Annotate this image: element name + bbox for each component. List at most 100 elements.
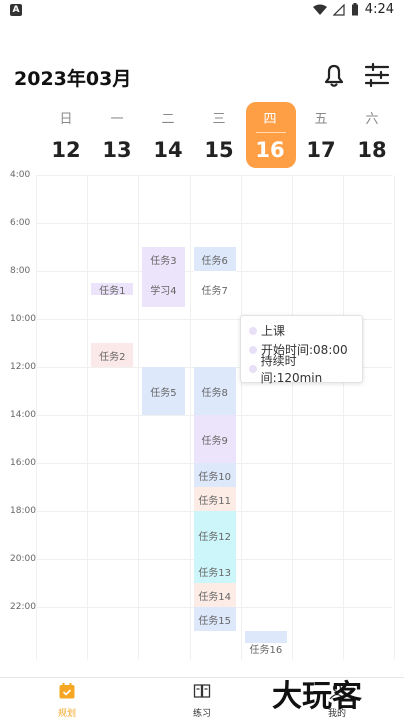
date-number: 18 bbox=[357, 138, 387, 162]
day-17[interactable]: 五 17 bbox=[295, 100, 347, 170]
weekday-label: 四 bbox=[263, 112, 277, 127]
day-18[interactable]: 六 18 bbox=[346, 100, 398, 170]
hour-line bbox=[36, 223, 392, 224]
date-number: 13 bbox=[102, 138, 132, 162]
time-label: 4:00 bbox=[10, 170, 31, 180]
event-label: 任务1 bbox=[99, 285, 126, 297]
signal-icon bbox=[332, 3, 345, 16]
event-label: 任务16 bbox=[249, 644, 283, 656]
schedule-event[interactable]: 任务12 bbox=[193, 511, 236, 559]
date-number: 15 bbox=[204, 138, 234, 162]
time-label: 14:00 bbox=[10, 410, 36, 420]
legend-dot bbox=[249, 345, 257, 354]
schedule-grid: 4:00 6:00 8:00 10:00 12:00 14:00 16:00 18:00 20:… bbox=[0, 170, 404, 660]
nav-plan[interactable]: 规划 bbox=[32, 682, 102, 719]
weekday-label: 五 bbox=[314, 112, 328, 127]
weekday-label: 日 bbox=[59, 112, 73, 127]
time-label: 10:00 bbox=[10, 314, 36, 324]
schedule-event[interactable]: 任务7 bbox=[193, 271, 236, 307]
day-column-divider bbox=[240, 175, 242, 660]
event-detail-popup[interactable]: 上课 开始时间:08:00 持续时间:120min bbox=[240, 315, 363, 385]
battery-icon bbox=[351, 3, 358, 16]
event-label: 任务3 bbox=[150, 255, 177, 267]
time-label: 8:00 bbox=[10, 266, 31, 276]
wifi-icon bbox=[312, 4, 327, 15]
schedule-event[interactable]: 任务10 bbox=[193, 463, 236, 487]
schedule-event[interactable]: 任务6 bbox=[193, 247, 236, 271]
schedule-event[interactable]: 任务5 bbox=[142, 367, 185, 415]
notification-button[interactable] bbox=[320, 61, 348, 89]
schedule-event[interactable]: 学习4 bbox=[142, 271, 185, 307]
day-column-divider bbox=[87, 175, 89, 660]
day-column-divider bbox=[36, 175, 37, 660]
status-icons: 4:24 bbox=[312, 2, 394, 17]
schedule-event[interactable]: 任务15 bbox=[193, 607, 236, 631]
event-label: 任务2 bbox=[99, 351, 126, 363]
event-label: 任务6 bbox=[201, 255, 228, 267]
book-icon bbox=[193, 684, 211, 698]
event-label: 任务12 bbox=[198, 531, 232, 543]
event-label: 任务13 bbox=[198, 567, 232, 579]
event-label: 任务9 bbox=[201, 435, 228, 447]
date-number: 14 bbox=[153, 138, 183, 162]
popup-title: 上课 bbox=[261, 324, 286, 338]
selected-day-divider bbox=[256, 132, 286, 133]
nav-practice-label: 练习 bbox=[192, 709, 211, 719]
weekday-label: 一 bbox=[110, 112, 124, 127]
time-label: 12:00 bbox=[10, 362, 36, 372]
nav-plan-label: 规划 bbox=[57, 709, 76, 719]
schedule-event[interactable]: 任务9 bbox=[193, 415, 236, 463]
calendar-check-icon bbox=[59, 683, 75, 699]
day-column-divider bbox=[189, 175, 191, 660]
weekday-label: 三 bbox=[212, 112, 226, 127]
watermark-logo: 大玩客 bbox=[272, 679, 362, 714]
day-column-divider bbox=[394, 175, 396, 660]
time-label: 16:00 bbox=[10, 458, 36, 468]
schedule-event[interactable]: 任务2 bbox=[91, 343, 134, 367]
day-16[interactable]: 四 16 bbox=[244, 100, 296, 170]
weekday-label: 六 bbox=[365, 112, 379, 127]
sliders-icon bbox=[364, 62, 390, 88]
time-label: 18:00 bbox=[10, 506, 36, 516]
status-bar: A 4:24 bbox=[0, 0, 404, 22]
schedule-event[interactable]: 任务14 bbox=[193, 583, 236, 607]
day-13[interactable]: 一 13 bbox=[91, 100, 143, 170]
event-label: 任务7 bbox=[201, 285, 228, 297]
date-number: 16 bbox=[255, 138, 285, 162]
schedule-event[interactable]: 任务3 bbox=[142, 247, 185, 271]
event-label: 任务15 bbox=[198, 615, 232, 627]
schedule-event[interactable]: 任务11 bbox=[193, 487, 236, 511]
hour-line bbox=[36, 175, 392, 176]
app-notification-icon: A bbox=[10, 4, 22, 16]
date-number: 12 bbox=[51, 138, 81, 162]
event-label: 任务11 bbox=[198, 495, 232, 507]
day-column-divider bbox=[138, 175, 140, 660]
day-column-divider bbox=[292, 175, 293, 660]
week-strip: 日 12 一 13 二 14 三 15 四 16 五 17 六 18 bbox=[40, 100, 404, 170]
event-label: 任务8 bbox=[201, 387, 228, 399]
schedule-event[interactable]: 任务13 bbox=[193, 559, 236, 583]
event-label: 任务5 bbox=[150, 387, 177, 399]
schedule-event[interactable]: 任务1 bbox=[91, 283, 134, 297]
day-column-divider bbox=[343, 175, 345, 660]
nav-practice[interactable]: 练习 bbox=[167, 682, 237, 719]
day-15[interactable]: 三 15 bbox=[193, 100, 245, 170]
legend-dot bbox=[249, 364, 257, 373]
filter-button[interactable] bbox=[364, 62, 390, 88]
event-label: 学习4 bbox=[150, 285, 177, 297]
schedule-event[interactable]: 任务16 bbox=[244, 631, 287, 656]
clock: 4:24 bbox=[364, 2, 394, 17]
day-12[interactable]: 日 12 bbox=[40, 100, 92, 170]
time-label: 6:00 bbox=[10, 218, 31, 228]
time-label: 20:00 bbox=[10, 554, 36, 564]
legend-dot bbox=[249, 326, 257, 335]
day-14[interactable]: 二 14 bbox=[142, 100, 194, 170]
time-label: 22:00 bbox=[10, 602, 36, 612]
popup-duration: 持续时间:120min bbox=[260, 353, 323, 385]
event-label: 任务14 bbox=[198, 591, 232, 603]
schedule-event[interactable]: 任务8 bbox=[193, 367, 236, 415]
event-label: 任务10 bbox=[198, 471, 232, 483]
bell-icon bbox=[324, 64, 344, 87]
date-number: 17 bbox=[306, 138, 336, 162]
month-title[interactable]: 2023年03月 bbox=[14, 64, 131, 91]
